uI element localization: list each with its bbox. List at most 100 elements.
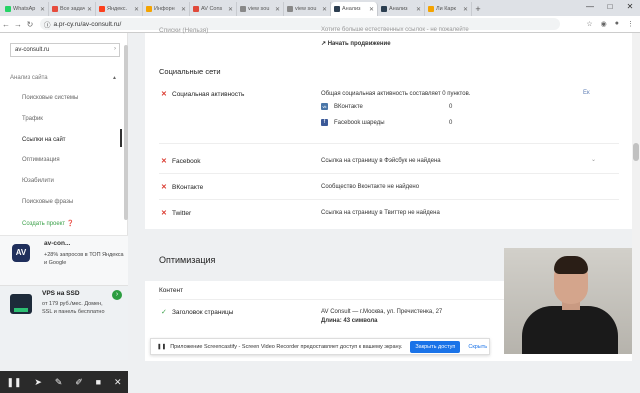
- av-icon: [193, 6, 199, 12]
- fb-value: 0: [449, 120, 453, 126]
- sidebar-item-optimization[interactable]: Оптимизация: [22, 157, 60, 163]
- vps-text: от 179 руб./мес. Домен, SSL и панель бес…: [42, 301, 105, 315]
- browser-tab[interactable]: AV Cons ✕: [190, 2, 237, 16]
- url-field[interactable]: ⓘ a.pr-cy.ru/av-consult.ru/: [40, 18, 560, 30]
- browser-tab[interactable]: Яндекс. ✕: [96, 2, 143, 16]
- browser-tab[interactable]: Все задач ✕: [49, 2, 96, 16]
- browser-tab[interactable]: view sou ✕: [284, 2, 331, 16]
- yandex-icon: [99, 6, 105, 12]
- facebook-icon: f: [321, 119, 328, 126]
- browser-tab[interactable]: view sou ✕: [237, 2, 284, 16]
- hide-button[interactable]: Скрыть: [468, 344, 487, 350]
- tasks-icon: [52, 6, 58, 12]
- divider: [159, 173, 619, 174]
- tab-bar: WhatsAp ✕ Все задач ✕ Яндекс. ✕ Инфорн ✕ AV …: [0, 0, 640, 16]
- page-icon: [287, 6, 293, 12]
- chevron-down-icon[interactable]: ⌄: [591, 156, 596, 163]
- fail-icon: ✕: [161, 184, 167, 191]
- extension-icon[interactable]: ◉: [601, 20, 607, 28]
- address-bar: ← → ↻ ⓘ a.pr-cy.ru/av-consult.ru/ ☆ ◉ ● …: [0, 16, 640, 33]
- social-badge[interactable]: Ек: [583, 90, 590, 96]
- vps-banner[interactable]: VPS на SSD от 179 руб./мес. Домен, SSL и…: [0, 285, 128, 360]
- fail-icon: ✕: [161, 158, 167, 165]
- reload-icon[interactable]: ↻: [24, 20, 36, 29]
- browser-tab[interactable]: Ли Карк ✕: [425, 2, 472, 16]
- stop-sharing-button[interactable]: Закрыть доступ: [410, 340, 461, 353]
- profile-icon[interactable]: ●: [615, 20, 619, 28]
- prcy-icon: [334, 6, 340, 12]
- promo-text: +28% запросов в ТОП Яндекса и Google: [44, 252, 124, 266]
- pause-icon[interactable]: ❚❚: [6, 377, 21, 388]
- close-icon[interactable]: ✕: [275, 6, 280, 13]
- minimize-button[interactable]: —: [580, 0, 600, 14]
- whatsapp-icon: [5, 6, 11, 12]
- browser-tab[interactable]: WhatsAp ✕: [2, 2, 49, 16]
- create-project-link[interactable]: Создать проект ❓: [22, 220, 74, 227]
- browser-tab-active[interactable]: Анализ ✕: [331, 2, 378, 16]
- pencil-icon[interactable]: ✐: [75, 377, 83, 388]
- chevron-down-icon: ›: [114, 46, 116, 52]
- page-icon: [240, 6, 246, 12]
- close-icon[interactable]: ✕: [228, 6, 233, 13]
- site-info-icon[interactable]: ⓘ: [44, 19, 51, 29]
- screen-share-notification: ❚❚ Приложение Screencastify - Screen Vid…: [150, 338, 490, 355]
- sidebar: av-consult.ru › Анализ сайта ▲ Поисковые…: [0, 33, 128, 393]
- divider: [159, 199, 619, 200]
- close-icon[interactable]: ✕: [369, 6, 374, 13]
- social-activity-summary: Общая социальная активность составляет 0…: [321, 91, 471, 97]
- cursor-icon[interactable]: ➤: [34, 377, 42, 388]
- links-row-label: Списки (Нельзя): [159, 27, 209, 34]
- vps-title: VPS на SSD: [42, 290, 80, 297]
- pen-icon[interactable]: ✎: [55, 377, 63, 388]
- chevron-up-icon: ▲: [112, 75, 117, 81]
- vkontakte-label: ВКонтакте: [172, 184, 204, 191]
- sidebar-item-traffic[interactable]: Трафик: [22, 116, 43, 122]
- browser-tab[interactable]: Инфорн ✕: [143, 2, 190, 16]
- promo-title: av-con...: [44, 240, 71, 247]
- sidebar-scrollbar[interactable]: [124, 45, 128, 220]
- camera-icon[interactable]: ■: [96, 377, 101, 387]
- scrollbar-thumb[interactable]: [633, 143, 639, 161]
- star-icon[interactable]: ☆: [586, 20, 592, 28]
- optimization-title: Оптимизация: [159, 255, 216, 265]
- social-card: Хотите больше естественных ссылок - не п…: [145, 27, 632, 229]
- back-icon[interactable]: ←: [0, 20, 12, 29]
- menu-header[interactable]: Анализ сайта ▲: [10, 75, 117, 81]
- page-title-length: Длина: 43 символа: [321, 318, 378, 324]
- new-tab-button[interactable]: +: [472, 2, 484, 16]
- vkontakte-text: Сообщество Вконтакте не найдено: [321, 184, 420, 190]
- close-icon[interactable]: ✕: [134, 6, 139, 13]
- page-icon: [428, 6, 434, 12]
- sidebar-item-search-engines[interactable]: Поисковые системы: [22, 95, 78, 101]
- divider: [159, 143, 619, 144]
- sidebar-item-search-phrases[interactable]: Поисковые фразы: [22, 199, 73, 205]
- start-promotion-link[interactable]: ↗ Начать продвижение: [321, 40, 391, 47]
- arrow-right-icon[interactable]: ›: [112, 290, 122, 300]
- webcam-overlay: [504, 248, 632, 354]
- vk-icon: vk: [321, 103, 328, 110]
- page-scrollbar[interactable]: [632, 33, 640, 360]
- close-icon[interactable]: ✕: [416, 6, 421, 13]
- close-icon[interactable]: ✕: [322, 6, 327, 13]
- vk-label: ВКонтакте: [334, 104, 363, 110]
- maximize-button[interactable]: □: [600, 0, 620, 14]
- close-icon[interactable]: ✕: [87, 6, 92, 13]
- prcy-icon: [381, 6, 387, 12]
- site-select[interactable]: av-consult.ru ›: [10, 43, 120, 57]
- close-icon[interactable]: ✕: [114, 377, 122, 388]
- vps-logo-icon: [10, 294, 32, 314]
- forward-icon[interactable]: →: [12, 20, 24, 29]
- sidebar-item-usability[interactable]: Юзабилити: [22, 178, 54, 184]
- browser-tab[interactable]: Анализ ✕: [378, 2, 425, 16]
- close-window-button[interactable]: ✕: [620, 0, 640, 14]
- close-icon[interactable]: ✕: [40, 6, 45, 13]
- links-note: Хотите больше естественных ссылок - не п…: [321, 27, 469, 33]
- window-controls: — □ ✕: [580, 0, 640, 14]
- page-title-label: Заголовок страницы: [172, 309, 234, 316]
- menu-icon[interactable]: ⋮: [627, 20, 634, 28]
- content-title: Контент: [159, 287, 184, 294]
- sidebar-item-links[interactable]: Ссылки на сайт: [22, 137, 66, 143]
- close-icon[interactable]: ✕: [463, 6, 468, 13]
- social-activity-label: Социальная активность: [172, 91, 245, 98]
- close-icon[interactable]: ✕: [181, 6, 186, 13]
